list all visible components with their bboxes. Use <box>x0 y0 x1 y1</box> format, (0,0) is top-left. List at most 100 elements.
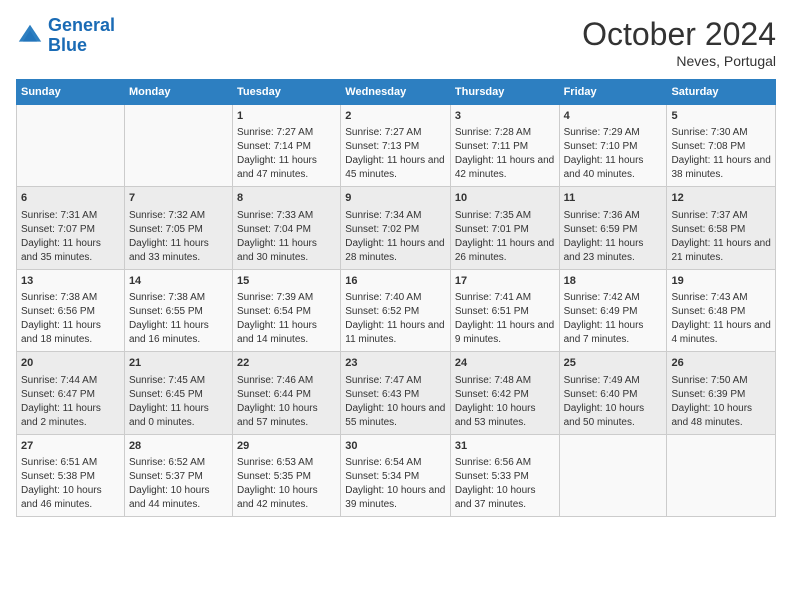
day-info: Sunset: 7:11 PM <box>455 140 555 154</box>
calendar-cell: 19Sunrise: 7:43 AMSunset: 6:48 PMDayligh… <box>667 269 776 351</box>
weekday-header-thursday: Thursday <box>450 80 559 105</box>
day-info: Daylight: 11 hours and 30 minutes. <box>237 237 336 265</box>
calendar-cell: 21Sunrise: 7:45 AMSunset: 6:45 PMDayligh… <box>124 352 232 434</box>
calendar-cell: 20Sunrise: 7:44 AMSunset: 6:47 PMDayligh… <box>17 352 125 434</box>
calendar-cell: 13Sunrise: 7:38 AMSunset: 6:56 PMDayligh… <box>17 269 125 351</box>
page-header: General Blue October 2024 Neves, Portuga… <box>16 16 776 69</box>
calendar-cell: 2Sunrise: 7:27 AMSunset: 7:13 PMDaylight… <box>341 105 451 187</box>
day-info: Daylight: 10 hours and 57 minutes. <box>237 402 336 430</box>
day-info: Sunset: 5:33 PM <box>455 470 555 484</box>
day-info: Daylight: 11 hours and 2 minutes. <box>21 402 120 430</box>
day-info: Sunrise: 7:28 AM <box>455 126 555 140</box>
day-info: Daylight: 11 hours and 40 minutes. <box>564 154 663 182</box>
day-number: 14 <box>129 274 228 289</box>
calendar-cell: 4Sunrise: 7:29 AMSunset: 7:10 PMDaylight… <box>559 105 667 187</box>
day-info: Sunset: 7:07 PM <box>21 223 120 237</box>
day-info: Sunset: 6:59 PM <box>564 223 663 237</box>
day-info: Sunrise: 7:40 AM <box>345 291 446 305</box>
calendar-cell: 12Sunrise: 7:37 AMSunset: 6:58 PMDayligh… <box>667 187 776 269</box>
day-info: Sunset: 6:52 PM <box>345 305 446 319</box>
day-info: Daylight: 11 hours and 7 minutes. <box>564 319 663 347</box>
calendar-cell: 10Sunrise: 7:35 AMSunset: 7:01 PMDayligh… <box>450 187 559 269</box>
day-number: 5 <box>671 109 771 124</box>
day-info: Daylight: 11 hours and 38 minutes. <box>671 154 771 182</box>
day-info: Daylight: 10 hours and 48 minutes. <box>671 402 771 430</box>
day-info: Daylight: 11 hours and 47 minutes. <box>237 154 336 182</box>
day-info: Sunset: 6:49 PM <box>564 305 663 319</box>
day-info: Daylight: 11 hours and 26 minutes. <box>455 237 555 265</box>
weekday-header-sunday: Sunday <box>17 80 125 105</box>
day-number: 8 <box>237 191 336 206</box>
month-title: October 2024 <box>582 16 776 53</box>
day-info: Daylight: 10 hours and 37 minutes. <box>455 484 555 512</box>
day-info: Sunset: 6:43 PM <box>345 388 446 402</box>
calendar-cell: 27Sunrise: 6:51 AMSunset: 5:38 PMDayligh… <box>17 434 125 516</box>
day-info: Sunset: 6:54 PM <box>237 305 336 319</box>
day-info: Sunrise: 6:52 AM <box>129 456 228 470</box>
day-info: Sunset: 5:34 PM <box>345 470 446 484</box>
day-info: Sunset: 7:13 PM <box>345 140 446 154</box>
calendar-cell: 29Sunrise: 6:53 AMSunset: 5:35 PMDayligh… <box>233 434 341 516</box>
day-info: Sunrise: 7:34 AM <box>345 209 446 223</box>
day-info: Daylight: 11 hours and 35 minutes. <box>21 237 120 265</box>
day-info: Sunrise: 7:41 AM <box>455 291 555 305</box>
day-info: Daylight: 11 hours and 9 minutes. <box>455 319 555 347</box>
weekday-header-tuesday: Tuesday <box>233 80 341 105</box>
day-number: 18 <box>564 274 663 289</box>
calendar-cell: 16Sunrise: 7:40 AMSunset: 6:52 PMDayligh… <box>341 269 451 351</box>
day-number: 13 <box>21 274 120 289</box>
day-info: Daylight: 11 hours and 23 minutes. <box>564 237 663 265</box>
calendar-cell: 11 Sunrise: 7:36 AMSunset: 6:59 PMDayligh… <box>559 187 667 269</box>
day-info: Sunrise: 7:50 AM <box>671 374 771 388</box>
day-info: Sunset: 7:10 PM <box>564 140 663 154</box>
day-info: Daylight: 11 hours and 45 minutes. <box>345 154 446 182</box>
day-info: Sunrise: 7:32 AM <box>129 209 228 223</box>
day-info: Daylight: 10 hours and 39 minutes. <box>345 484 446 512</box>
calendar-cell: 31Sunrise: 6:56 AMSunset: 5:33 PMDayligh… <box>450 434 559 516</box>
day-number: 3 <box>455 109 555 124</box>
day-info: Sunrise: 6:53 AM <box>237 456 336 470</box>
calendar-cell: 6Sunrise: 7:31 AMSunset: 7:07 PMDaylight… <box>17 187 125 269</box>
day-info: Daylight: 11 hours and 42 minutes. <box>455 154 555 182</box>
day-info: Daylight: 11 hours and 16 minutes. <box>129 319 228 347</box>
day-info: Sunrise: 7:36 AM <box>564 209 663 223</box>
day-info: Sunrise: 7:27 AM <box>345 126 446 140</box>
day-number: 28 <box>129 439 228 454</box>
calendar-cell: 15Sunrise: 7:39 AMSunset: 6:54 PMDayligh… <box>233 269 341 351</box>
day-info: Sunrise: 7:47 AM <box>345 374 446 388</box>
day-info: Sunrise: 7:49 AM <box>564 374 663 388</box>
day-info: Daylight: 10 hours and 42 minutes. <box>237 484 336 512</box>
day-info: Sunset: 7:05 PM <box>129 223 228 237</box>
day-info: Sunset: 6:40 PM <box>564 388 663 402</box>
day-number: 1 <box>237 109 336 124</box>
day-number: 20 <box>21 356 120 371</box>
day-info: Sunrise: 7:43 AM <box>671 291 771 305</box>
day-info: Sunset: 7:01 PM <box>455 223 555 237</box>
day-number: 7 <box>129 191 228 206</box>
logo-icon <box>16 22 44 50</box>
logo-text: General Blue <box>48 16 115 56</box>
day-number: 21 <box>129 356 228 371</box>
day-number: 11 <box>564 191 663 206</box>
day-info: Sunrise: 7:35 AM <box>455 209 555 223</box>
day-info: Sunrise: 7:38 AM <box>21 291 120 305</box>
day-info: Sunrise: 7:42 AM <box>564 291 663 305</box>
day-number: 9 <box>345 191 446 206</box>
day-info: Sunrise: 7:38 AM <box>129 291 228 305</box>
calendar-cell: 3 Sunrise: 7:28 AMSunset: 7:11 PMDaylight… <box>450 105 559 187</box>
day-info: Sunset: 5:35 PM <box>237 470 336 484</box>
calendar-table: SundayMondayTuesdayWednesdayThursdayFrid… <box>16 79 776 517</box>
weekday-header-wednesday: Wednesday <box>341 80 451 105</box>
calendar-cell: 28Sunrise: 6:52 AMSunset: 5:37 PMDayligh… <box>124 434 232 516</box>
day-info: Daylight: 11 hours and 0 minutes. <box>129 402 228 430</box>
day-info: Sunset: 6:47 PM <box>21 388 120 402</box>
day-number: 4 <box>564 109 663 124</box>
day-info: Sunset: 6:48 PM <box>671 305 771 319</box>
day-info: Sunrise: 7:30 AM <box>671 126 771 140</box>
calendar-cell: 9Sunrise: 7:34 AMSunset: 7:02 PMDaylight… <box>341 187 451 269</box>
day-info: Daylight: 11 hours and 21 minutes. <box>671 237 771 265</box>
day-info: Daylight: 10 hours and 50 minutes. <box>564 402 663 430</box>
day-info: Sunrise: 7:31 AM <box>21 209 120 223</box>
day-info: Sunrise: 7:48 AM <box>455 374 555 388</box>
calendar-cell: 17Sunrise: 7:41 AMSunset: 6:51 PMDayligh… <box>450 269 559 351</box>
